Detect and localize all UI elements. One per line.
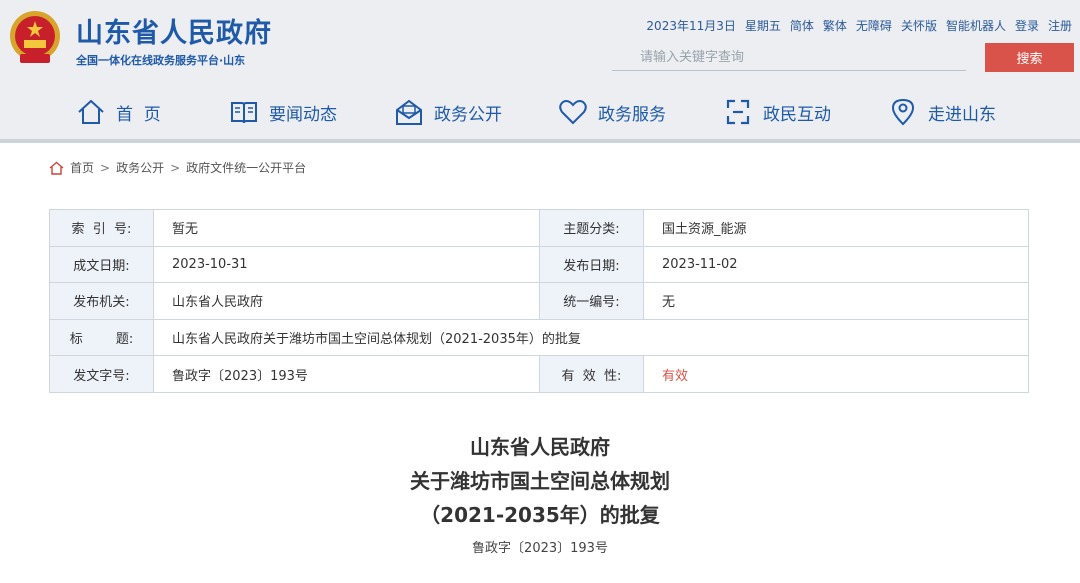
nav-label: 政务公开 bbox=[434, 104, 502, 125]
link-login[interactable]: 登录 bbox=[1015, 17, 1039, 34]
mail-open-icon bbox=[396, 99, 422, 125]
issuer-value: 山东省人民政府 bbox=[153, 282, 540, 320]
table-row: 发文字号: 鲁政字〔2023〕193号 有 效 性: 有效 bbox=[49, 355, 1029, 393]
category-value: 国土资源_能源 bbox=[643, 209, 1029, 247]
doc-number-label: 发文字号: bbox=[49, 355, 154, 393]
link-register[interactable]: 注册 bbox=[1048, 17, 1072, 34]
nav-item-interaction[interactable]: 政民互动 bbox=[723, 96, 831, 128]
table-row: 成文日期: 2023-10-31 发布日期: 2023-11-02 bbox=[49, 245, 1029, 284]
published-date-value: 2023-11-02 bbox=[643, 245, 1029, 284]
nav-label: 政民互动 bbox=[763, 104, 831, 125]
document-number: 鲁政字〔2023〕193号 bbox=[472, 541, 608, 556]
book-icon bbox=[231, 102, 257, 124]
link-care-mode[interactable]: 关怀版 bbox=[901, 17, 937, 34]
document-info-table: 索 引 号: 暂无 主题分类: 国土资源_能源 成文日期: 2023-10-31… bbox=[49, 209, 1029, 393]
current-date: 2023年11月3日 bbox=[646, 19, 736, 33]
published-date-label: 发布日期: bbox=[539, 245, 644, 284]
link-accessibility[interactable]: 无障碍 bbox=[856, 17, 892, 34]
site-header: 山东省人民政府 全国一体化在线政务服务平台·山东 2023年11月3日 星期五 … bbox=[0, 0, 1080, 143]
site-subtitle: 全国一体化在线政务服务平台·山东 bbox=[76, 54, 246, 67]
category-label: 主题分类: bbox=[539, 209, 644, 247]
link-chatbot[interactable]: 智能机器人 bbox=[946, 17, 1006, 34]
nav-item-shandong[interactable]: 走进山东 bbox=[888, 96, 996, 128]
table-row: 标 题: 山东省人民政府关于潍坊市国土空间总体规划（2021-2035年）的批复 bbox=[49, 318, 1029, 357]
breadcrumb-gov-open[interactable]: 政务公开 bbox=[116, 159, 164, 176]
nav-label: 走进山东 bbox=[928, 104, 996, 125]
document-title: 山东省人民政府 关于潍坊市国土空间总体规划 （2021-2035年）的批复 bbox=[0, 430, 1080, 532]
table-row: 索 引 号: 暂无 主题分类: 国土资源_能源 bbox=[49, 209, 1029, 247]
validity-value: 有效 bbox=[643, 355, 1029, 393]
nav-item-news[interactable]: 要闻动态 bbox=[229, 96, 337, 128]
document-title-line: （2021-2035年）的批复 bbox=[420, 503, 660, 527]
link-simplified[interactable]: 简体 bbox=[790, 17, 814, 34]
nav-item-home[interactable]: 首 页 bbox=[76, 96, 161, 128]
search-button[interactable]: 搜索 bbox=[985, 43, 1074, 72]
heart-icon bbox=[559, 100, 587, 125]
search-input[interactable] bbox=[612, 44, 966, 71]
nav-item-gov-open[interactable]: 政务公开 bbox=[394, 96, 502, 128]
index-label: 索 引 号: bbox=[49, 209, 154, 247]
nav-label: 要闻动态 bbox=[269, 104, 337, 125]
written-date-value: 2023-10-31 bbox=[153, 245, 540, 284]
location-pin-icon bbox=[891, 98, 915, 126]
nav-label: 政务服务 bbox=[598, 104, 666, 125]
unified-code-value: 无 bbox=[643, 282, 1029, 320]
top-links: 2023年11月3日 星期五 简体 繁体 无障碍 关怀版 智能机器人 登录 注册 bbox=[646, 17, 1072, 34]
nav-label: 首 页 bbox=[116, 104, 161, 125]
breadcrumb: 首页 > 政务公开 > 政府文件统一公开平台 bbox=[49, 159, 306, 176]
national-emblem-icon bbox=[10, 11, 60, 63]
breadcrumb-home[interactable]: 首页 bbox=[70, 159, 94, 176]
doc-number-value: 鲁政字〔2023〕193号 bbox=[153, 355, 540, 393]
title-value: 山东省人民政府关于潍坊市国土空间总体规划（2021-2035年）的批复 bbox=[153, 318, 1029, 357]
breadcrumb-separator: > bbox=[170, 160, 181, 175]
document-title-line: 关于潍坊市国土空间总体规划 bbox=[410, 469, 670, 493]
home-icon bbox=[78, 99, 104, 124]
home-icon bbox=[49, 161, 64, 175]
link-icon bbox=[726, 99, 750, 125]
issuer-label: 发布机关: bbox=[49, 282, 154, 320]
written-date-label: 成文日期: bbox=[49, 245, 154, 284]
current-weekday: 星期五 bbox=[744, 19, 781, 33]
main-nav: 首 页 要闻动态 政务公开 政务服务 政民互动 走进山东 bbox=[0, 90, 1080, 134]
validity-label: 有 效 性: bbox=[539, 355, 644, 393]
link-traditional[interactable]: 繁体 bbox=[823, 17, 847, 34]
title-label: 标 题: bbox=[49, 318, 154, 357]
index-value: 暂无 bbox=[153, 209, 540, 247]
unified-code-label: 统一编号: bbox=[539, 282, 644, 320]
breadcrumb-current[interactable]: 政府文件统一公开平台 bbox=[186, 159, 306, 176]
table-row: 发布机关: 山东省人民政府 统一编号: 无 bbox=[49, 282, 1029, 320]
nav-item-gov-service[interactable]: 政务服务 bbox=[558, 96, 666, 128]
breadcrumb-separator: > bbox=[100, 160, 111, 175]
site-name[interactable]: 山东省人民政府 bbox=[76, 11, 272, 50]
document-title-line: 山东省人民政府 bbox=[470, 435, 610, 459]
